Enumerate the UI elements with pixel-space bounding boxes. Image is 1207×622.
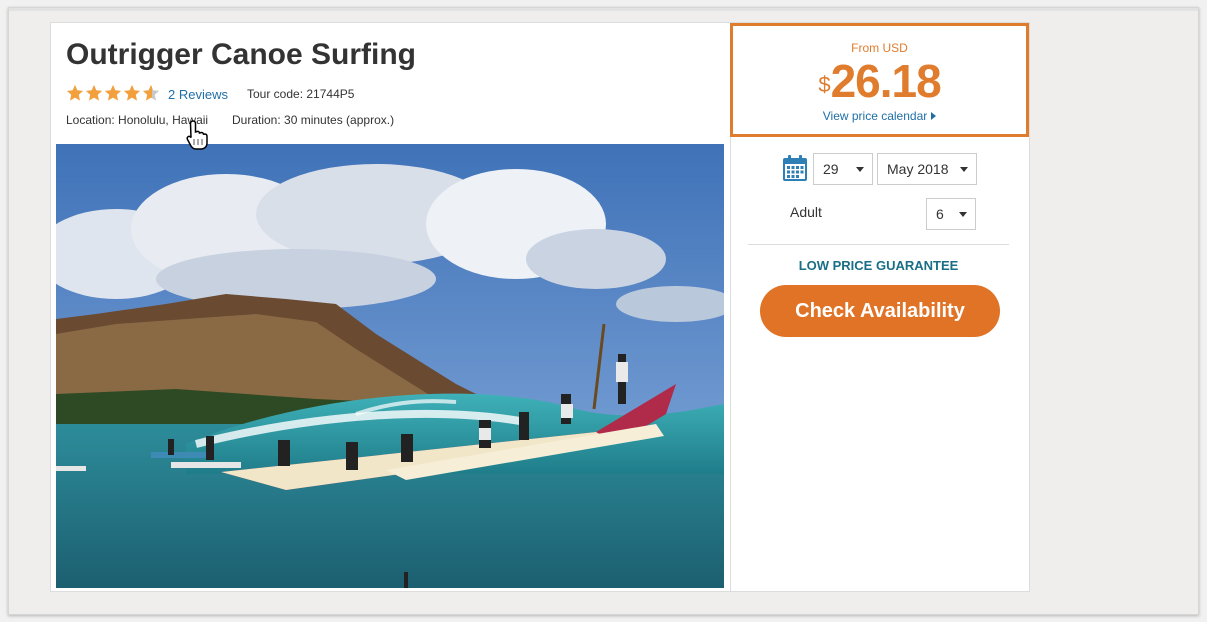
low-price-guarantee: LOW PRICE GUARANTEE (798, 258, 959, 273)
star-icon (123, 84, 141, 101)
tour-code: Tour code: 21744P5 (247, 87, 355, 101)
adult-label: Adult (790, 204, 822, 220)
divider (748, 244, 1009, 245)
play-arrow-icon (931, 112, 937, 120)
chevron-down-icon (856, 167, 864, 172)
duration-text: Duration: 30 minutes (approx.) (232, 113, 395, 127)
star-icon (85, 84, 103, 101)
calendar-icon[interactable] (782, 154, 808, 182)
price-calendar-link[interactable]: View price calendar (733, 109, 1026, 123)
top-strip (9, 8, 1198, 11)
tour-info-panel: Outrigger Canoe Surfing 2 Reviews Tour c… (51, 23, 729, 591)
day-select[interactable]: 29 (813, 153, 873, 185)
chevron-down-icon (959, 212, 967, 217)
check-availability-button[interactable]: Check Availability (760, 285, 1000, 337)
price-box: From USD $26.18 View price calendar (730, 23, 1029, 137)
star-icon (104, 84, 122, 101)
price-value: 26.18 (830, 55, 942, 107)
adult-count-select[interactable]: 6 (926, 198, 976, 230)
star-icon (66, 84, 84, 101)
star-half-icon (142, 84, 160, 101)
month-select[interactable]: May 2018 (877, 153, 977, 185)
adult-count-value: 6 (936, 206, 944, 222)
from-label: From USD (851, 41, 908, 55)
reviews-link[interactable]: 2 Reviews (168, 87, 228, 102)
page-title: Outrigger Canoe Surfing (66, 38, 417, 71)
chevron-down-icon (960, 167, 968, 172)
price-amount: $26.18 (733, 57, 1026, 105)
hand-cursor-icon (186, 120, 208, 150)
tour-photo (56, 144, 724, 588)
tour-card: Outrigger Canoe Surfing 2 Reviews Tour c… (50, 22, 1030, 592)
browser-frame: Outrigger Canoe Surfing 2 Reviews Tour c… (8, 7, 1199, 615)
month-value: May 2018 (887, 161, 949, 177)
day-value: 29 (823, 161, 839, 177)
currency-symbol: $ (818, 72, 831, 97)
rating-stars (66, 84, 160, 102)
price-calendar-label[interactable]: View price calendar (823, 109, 928, 123)
canoe-surfing-image (56, 144, 724, 588)
